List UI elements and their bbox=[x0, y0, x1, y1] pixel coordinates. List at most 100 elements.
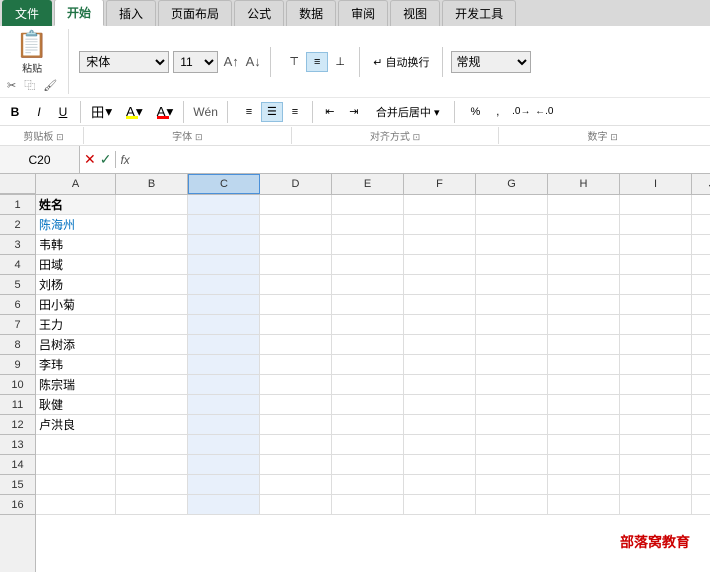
cell-b3[interactable] bbox=[116, 235, 188, 255]
row-header-3[interactable]: 3 bbox=[0, 235, 35, 255]
cell-i6[interactable] bbox=[620, 295, 692, 315]
font-shrink-button[interactable]: A↓ bbox=[244, 53, 262, 71]
cell-b5[interactable] bbox=[116, 275, 188, 295]
cell-f15[interactable] bbox=[404, 475, 476, 495]
cell-a11[interactable]: 耿健 bbox=[36, 395, 116, 415]
font-size-select[interactable]: 11 bbox=[173, 51, 218, 73]
font-grow-button[interactable]: A↑ bbox=[222, 53, 240, 71]
row-header-1[interactable]: 1 bbox=[0, 195, 35, 215]
row-header-6[interactable]: 6 bbox=[0, 295, 35, 315]
cell-f5[interactable] bbox=[404, 275, 476, 295]
wrap-text-button[interactable]: ↵ 自动换行 bbox=[368, 51, 434, 73]
decrease-decimal-button[interactable]: ←.0 bbox=[533, 102, 555, 122]
cell-j2[interactable] bbox=[692, 215, 710, 235]
format-num-button[interactable]: Wén bbox=[190, 104, 221, 120]
cell-c13[interactable] bbox=[188, 435, 260, 455]
formula-input[interactable] bbox=[134, 153, 710, 167]
row-header-2[interactable]: 2 bbox=[0, 215, 35, 235]
cell-b9[interactable] bbox=[116, 355, 188, 375]
col-header-b[interactable]: B bbox=[116, 174, 188, 194]
cell-j10[interactable] bbox=[692, 375, 710, 395]
col-header-h[interactable]: H bbox=[548, 174, 620, 194]
col-header-d[interactable]: D bbox=[260, 174, 332, 194]
cell-e3[interactable] bbox=[332, 235, 404, 255]
cell-i16[interactable] bbox=[620, 495, 692, 515]
cell-i15[interactable] bbox=[620, 475, 692, 495]
cell-e5[interactable] bbox=[332, 275, 404, 295]
cell-c8[interactable] bbox=[188, 335, 260, 355]
cell-i9[interactable] bbox=[620, 355, 692, 375]
tab-data[interactable]: 数据 bbox=[286, 0, 336, 26]
confirm-formula-icon[interactable]: ✓ bbox=[100, 151, 112, 168]
border-button[interactable]: 田 ▾ bbox=[87, 100, 116, 123]
cell-j14[interactable] bbox=[692, 455, 710, 475]
bold-button[interactable]: B bbox=[4, 102, 26, 122]
cell-a1[interactable]: 姓名 bbox=[36, 195, 116, 215]
tab-layout[interactable]: 页面布局 bbox=[158, 0, 232, 26]
cell-j4[interactable] bbox=[692, 255, 710, 275]
row-header-9[interactable]: 9 bbox=[0, 355, 35, 375]
cell-i10[interactable] bbox=[620, 375, 692, 395]
cell-c3[interactable] bbox=[188, 235, 260, 255]
cell-e15[interactable] bbox=[332, 475, 404, 495]
tab-start[interactable]: 开始 bbox=[54, 0, 104, 26]
cell-f10[interactable] bbox=[404, 375, 476, 395]
cell-g11[interactable] bbox=[476, 395, 548, 415]
font-name-select[interactable]: 宋体 bbox=[79, 51, 169, 73]
cell-j7[interactable] bbox=[692, 315, 710, 335]
align-middle-button[interactable]: ≡ bbox=[306, 52, 328, 72]
cell-c15[interactable] bbox=[188, 475, 260, 495]
cell-a10[interactable]: 陈宗瑞 bbox=[36, 375, 116, 395]
cell-a13[interactable] bbox=[36, 435, 116, 455]
align-bottom-button[interactable]: ⊥ bbox=[329, 52, 351, 72]
row-header-15[interactable]: 15 bbox=[0, 475, 35, 495]
format-painter-button[interactable]: 🖌 bbox=[40, 76, 60, 94]
clipboard-expand-icon[interactable]: ⊡ bbox=[56, 132, 64, 142]
cell-h3[interactable] bbox=[548, 235, 620, 255]
cell-e7[interactable] bbox=[332, 315, 404, 335]
cell-c5[interactable] bbox=[188, 275, 260, 295]
cell-e16[interactable] bbox=[332, 495, 404, 515]
cell-f11[interactable] bbox=[404, 395, 476, 415]
row-header-12[interactable]: 12 bbox=[0, 415, 35, 435]
col-header-c[interactable]: C bbox=[188, 174, 260, 194]
cell-f7[interactable] bbox=[404, 315, 476, 335]
h-align-center-button[interactable]: ☰ bbox=[261, 102, 283, 122]
corner-cell[interactable] bbox=[0, 174, 36, 194]
cell-b2[interactable] bbox=[116, 215, 188, 235]
cell-a8[interactable]: 吕树添 bbox=[36, 335, 116, 355]
cell-b15[interactable] bbox=[116, 475, 188, 495]
cell-g5[interactable] bbox=[476, 275, 548, 295]
cell-j8[interactable] bbox=[692, 335, 710, 355]
cell-f12[interactable] bbox=[404, 415, 476, 435]
cell-e9[interactable] bbox=[332, 355, 404, 375]
cell-d7[interactable] bbox=[260, 315, 332, 335]
cell-j1[interactable] bbox=[692, 195, 710, 215]
cell-a2[interactable]: 陈海州 bbox=[36, 215, 116, 235]
cell-i13[interactable] bbox=[620, 435, 692, 455]
cell-h7[interactable] bbox=[548, 315, 620, 335]
cell-g12[interactable] bbox=[476, 415, 548, 435]
cell-g13[interactable] bbox=[476, 435, 548, 455]
cell-h5[interactable] bbox=[548, 275, 620, 295]
cell-i8[interactable] bbox=[620, 335, 692, 355]
cell-f16[interactable] bbox=[404, 495, 476, 515]
cell-d2[interactable] bbox=[260, 215, 332, 235]
col-header-f[interactable]: F bbox=[404, 174, 476, 194]
font-expand-icon[interactable]: ⊡ bbox=[195, 132, 203, 142]
cell-f8[interactable] bbox=[404, 335, 476, 355]
cell-g15[interactable] bbox=[476, 475, 548, 495]
cell-b13[interactable] bbox=[116, 435, 188, 455]
cell-h13[interactable] bbox=[548, 435, 620, 455]
cell-b12[interactable] bbox=[116, 415, 188, 435]
cell-d13[interactable] bbox=[260, 435, 332, 455]
cell-j3[interactable] bbox=[692, 235, 710, 255]
cell-i5[interactable] bbox=[620, 275, 692, 295]
cell-a3[interactable]: 韦韩 bbox=[36, 235, 116, 255]
cell-e2[interactable] bbox=[332, 215, 404, 235]
cell-d14[interactable] bbox=[260, 455, 332, 475]
row-header-16[interactable]: 16 bbox=[0, 495, 35, 515]
cut-button[interactable]: ✂ bbox=[4, 76, 19, 94]
row-header-10[interactable]: 10 bbox=[0, 375, 35, 395]
cell-h16[interactable] bbox=[548, 495, 620, 515]
